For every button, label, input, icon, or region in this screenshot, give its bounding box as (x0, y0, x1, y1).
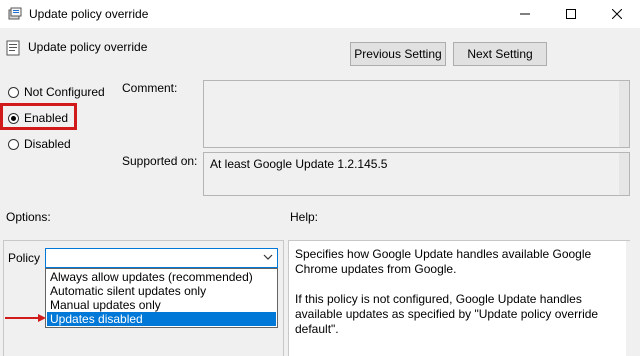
close-button[interactable] (594, 0, 640, 28)
not-configured-option[interactable]: Not Configured (8, 85, 105, 99)
red-arrow-icon (5, 314, 46, 322)
window-title: Update policy override (29, 7, 149, 21)
next-setting-button[interactable]: Next Setting (453, 42, 547, 66)
policy-dropdown[interactable] (45, 248, 278, 268)
comment-scrollbar[interactable] (619, 81, 629, 147)
disabled-radio[interactable] (8, 138, 19, 150)
help-heading: Help: (290, 210, 319, 224)
previous-setting-button[interactable]: Previous Setting (350, 42, 446, 66)
maximize-icon (566, 9, 576, 19)
enabled-highlight-box (0, 103, 77, 130)
policy-dropdown-list: Always allow updates (recommended) Autom… (45, 268, 278, 328)
disabled-option[interactable]: Disabled (8, 137, 71, 151)
supported-on-value: At least Google Update 1.2.145.5 (203, 152, 630, 196)
dropdown-option-manual[interactable]: Manual updates only (47, 298, 276, 312)
dropdown-option-automatic-silent[interactable]: Automatic silent updates only (47, 284, 276, 298)
comment-label: Comment: (122, 81, 178, 95)
maximize-button[interactable] (548, 0, 594, 28)
help-paragraph-1: Specifies how Google Update handles avai… (295, 247, 592, 276)
help-text-panel: Specifies how Google Update handles avai… (288, 240, 630, 356)
not-configured-label: Not Configured (24, 85, 105, 99)
setting-title: Update policy override (28, 40, 148, 54)
supported-on-label: Supported on: (122, 154, 198, 168)
help-paragraph-2: If this policy is not configured, Google… (295, 292, 599, 336)
disabled-label: Disabled (24, 137, 71, 151)
minimize-button[interactable] (502, 0, 548, 28)
help-scrollbar[interactable] (626, 241, 639, 356)
not-configured-radio[interactable] (8, 86, 19, 98)
policy-label: Policy (8, 251, 41, 265)
policy-editor-app-icon (8, 7, 22, 20)
options-heading: Options: (6, 210, 51, 224)
dropdown-option-updates-disabled[interactable]: Updates disabled (47, 312, 276, 326)
close-icon (612, 9, 622, 19)
supported-scrollbar[interactable] (619, 153, 629, 195)
comment-textarea[interactable] (203, 80, 630, 148)
policy-setting-icon (6, 40, 20, 56)
dropdown-option-always-allow[interactable]: Always allow updates (recommended) (47, 270, 276, 284)
minimize-icon (520, 13, 530, 15)
chevron-down-icon[interactable] (263, 252, 273, 262)
